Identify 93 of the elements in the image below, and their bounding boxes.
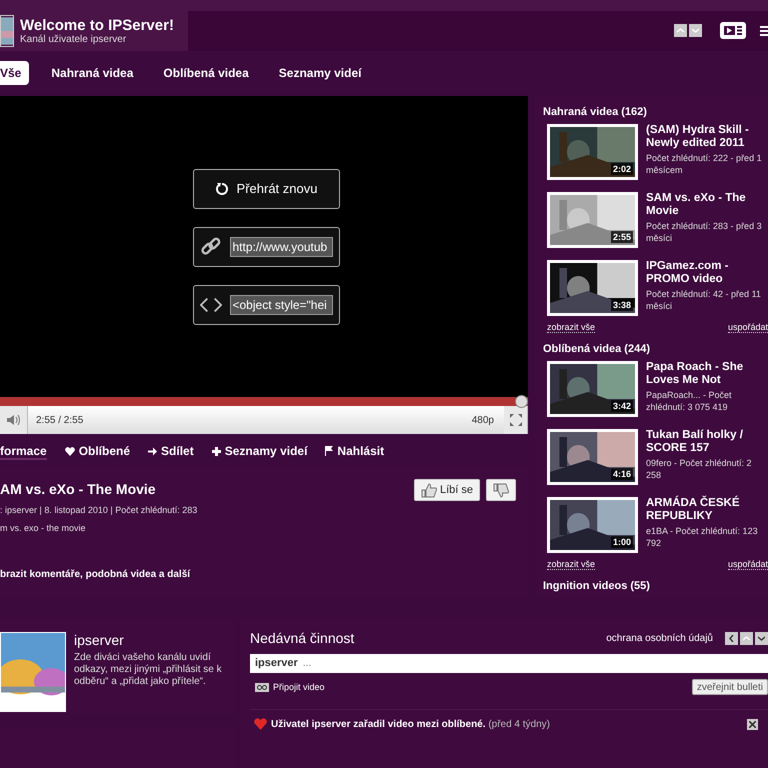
video-link[interactable]: Tukan Balí holky / SCORE 157 (646, 429, 768, 455)
video-stats: PapaRoach... - Počet zhlédnutí: 3 075 419 (646, 389, 733, 413)
video-description: m vs. exo - the movie (0, 523, 87, 533)
video-link[interactable]: ARMÁDA ČESKÉ REPUBLIKY (646, 497, 768, 523)
chevron-up-icon (743, 636, 750, 640)
video-duration: 4:16 (610, 468, 633, 480)
video-stats: Počet zhlédnutí: 222 - před 1 měsícem (646, 152, 763, 176)
video-thumbnail[interactable]: 3:42 (547, 361, 638, 417)
publish-button[interactable]: zveřejnit bulleti (692, 679, 768, 695)
heart-icon (64, 446, 75, 456)
chevron-down-icon (758, 636, 765, 640)
chevron-down-icon (692, 28, 699, 34)
video-stats: Počet zhlédnutí: 283 - před 3 měsíci (646, 220, 763, 244)
move-down-button[interactable] (755, 632, 768, 644)
video-link[interactable]: (SAM) Hydra Skill - Newly edited 2011 (646, 124, 768, 150)
move-up-button[interactable] (674, 24, 687, 38)
video-meta: : ipserver | 8. listopad 2010 | Počet zhlédnutí: 283 (0, 505, 198, 515)
section-heading: Nahraná videa (162) (543, 106, 648, 118)
tab[interactable]: Vše (0, 61, 30, 86)
collapse-button[interactable] (725, 632, 738, 644)
video-title: AM vs. eXo - The Movie (0, 481, 157, 497)
video-duration: 3:38 (610, 299, 633, 311)
arrow-icon (148, 446, 158, 456)
video-duration: 2:02 (610, 163, 633, 175)
move-up-button[interactable] (740, 632, 753, 644)
like-button[interactable]: Líbí se (414, 479, 480, 501)
section-heading: Ingnition videos (55) (543, 580, 651, 592)
tab[interactable]: Seznamy videí (278, 61, 370, 86)
channel-subtitle: Kanál uživatele ipserver (20, 34, 128, 45)
video-link[interactable]: SAM vs. eXo - The Movie (646, 192, 768, 218)
video-thumbnail[interactable]: 1:00 (547, 497, 638, 553)
fullscreen-button[interactable] (504, 406, 528, 434)
thumbs-down-icon (493, 482, 509, 498)
plus-icon (212, 446, 221, 456)
action-tab[interactable]: formace (0, 444, 47, 460)
channel-avatar (0, 14, 14, 47)
video-link[interactable]: IPGamez.com - PROMO video (646, 260, 768, 286)
video-duration: 3:42 (610, 400, 633, 412)
playback-time: 2:55 / 2:55 (35, 414, 84, 426)
video-stats: 09fero - Počet zhlédnutí: 2 258 (646, 457, 753, 481)
video-thumbnail[interactable]: 3:38 (547, 260, 638, 316)
privacy-link[interactable]: ochrana osobních údajů (606, 632, 713, 644)
bulletin-field[interactable]: ... (302, 654, 768, 673)
arrange-link[interactable]: uspořádat (728, 322, 768, 333)
chevron-left-icon (729, 634, 734, 642)
video-duration: 2:55 (610, 231, 633, 243)
chevron-up-icon (677, 28, 684, 34)
action-tab[interactable]: Sdílet (148, 444, 194, 460)
close-icon (749, 720, 756, 728)
volume-button[interactable] (0, 406, 28, 434)
tab[interactable]: Nahraná videa (51, 61, 142, 86)
dislike-button[interactable] (486, 479, 516, 501)
speaker-icon (6, 414, 20, 426)
code-icon (200, 296, 222, 312)
close-button[interactable] (747, 718, 758, 730)
player-layout-icon (724, 26, 742, 36)
action-tab[interactable]: Oblíbené (64, 444, 130, 460)
video-duration: 1:00 (610, 536, 633, 548)
video-stats: e1BA - Počet zhlédnutí: 123 792 (646, 525, 759, 549)
url-field[interactable]: http://www.youtub (230, 236, 332, 256)
replay-button[interactable]: Přehrát znovu (192, 168, 340, 208)
video-thumbnail[interactable]: 4:16 (547, 429, 638, 485)
show-more-link[interactable]: brazit komentáře, podobná videa a další (0, 569, 516, 580)
video-link[interactable]: Papa Roach - She Loves Me Not (646, 361, 768, 387)
layout-toggle-button[interactable] (720, 22, 746, 40)
attach-video-button[interactable]: Připojit video (250, 682, 325, 692)
thumbs-up-icon (420, 482, 437, 498)
tab[interactable]: Oblíbená videa (163, 61, 257, 86)
author-name: ipserver (250, 654, 303, 673)
activity-title: Nedávná činnost (250, 630, 354, 646)
action-tab[interactable]: Nahlásit (325, 444, 384, 460)
list-icon[interactable] (760, 26, 768, 36)
quality-selector[interactable]: 480p (472, 414, 504, 426)
activity-entry: Uživatel ipserver zařadil video mezi oblíbené. (před 4 týdny) (271, 718, 552, 730)
embed-code-field[interactable]: <object style="hei (230, 294, 332, 314)
heart-icon (254, 718, 267, 730)
flag-icon (325, 446, 334, 456)
profile-description: Zde diváci vašeho kanálu uvidí odkazy, mezi jinými „přihlásit se k odběru“ a „přidat jako přítele“. (74, 652, 223, 688)
action-tab[interactable]: Seznamy videí (212, 444, 308, 460)
video-stats: Počet zhlédnutí: 42 - před 11 měsíci (646, 288, 762, 312)
channel-title: Welcome to IPServer! (20, 16, 174, 34)
profile-name: ipserver (74, 632, 125, 648)
move-down-button[interactable] (689, 24, 702, 38)
video-thumbnail[interactable]: 2:02 (547, 124, 638, 180)
link-icon (200, 236, 222, 258)
show-all-link[interactable]: zobrazit vše (547, 322, 596, 333)
arrange-link[interactable]: uspořádat (728, 559, 768, 570)
replay-icon (214, 182, 229, 196)
show-all-link[interactable]: zobrazit vše (547, 559, 596, 570)
video-thumbnail[interactable]: 2:55 (547, 192, 638, 248)
film-icon (255, 682, 269, 692)
section-heading: Oblíbená videa (244) (543, 343, 651, 355)
fullscreen-icon (510, 414, 522, 426)
